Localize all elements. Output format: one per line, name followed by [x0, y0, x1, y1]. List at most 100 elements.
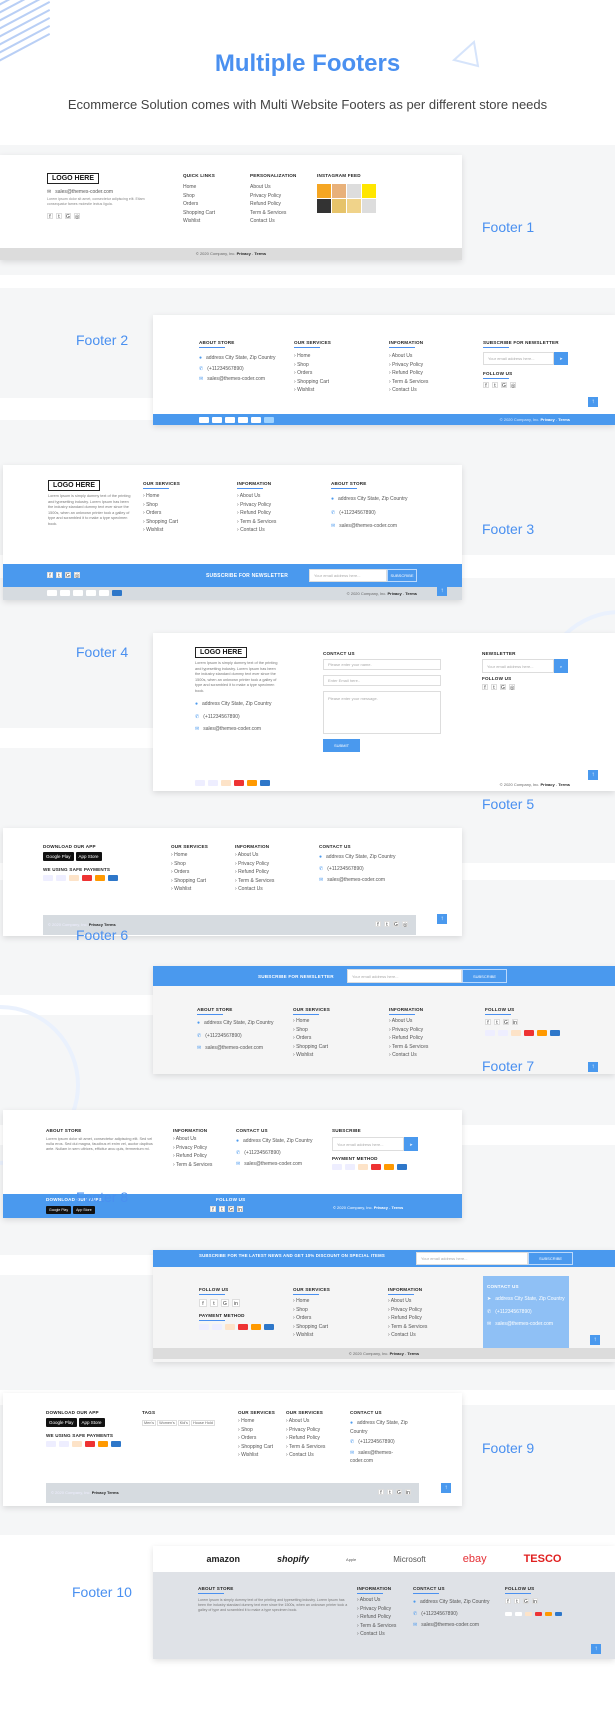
link-refund[interactable]: Refund Policy [235, 868, 274, 877]
link-about[interactable]: About Us [235, 851, 274, 860]
terms-link[interactable]: Terms [558, 782, 570, 787]
facebook-icon[interactable]: f [378, 1489, 384, 1496]
linkedin-icon[interactable]: in [405, 1489, 411, 1496]
twitter-icon[interactable]: t [494, 1019, 500, 1026]
search-button[interactable]: ⌕ [554, 659, 568, 673]
link-cart[interactable]: Shopping Cart [238, 1443, 278, 1452]
back-to-top-button[interactable]: ↑ [441, 1483, 451, 1493]
google-icon[interactable]: G [503, 1019, 509, 1026]
link-terms[interactable]: Term & Services [237, 518, 276, 527]
app-store-button[interactable]: App Store [73, 1206, 95, 1214]
send-button[interactable]: ➤ [404, 1137, 418, 1151]
link-terms[interactable]: Term & Services [357, 1622, 396, 1631]
link-home[interactable]: Home [183, 183, 215, 192]
link-refund[interactable]: Refund Policy [286, 1434, 325, 1443]
link-home[interactable]: Home [171, 851, 208, 860]
back-to-top-button[interactable]: ↑ [590, 1335, 600, 1345]
privacy-link[interactable]: Privacy [237, 251, 251, 256]
link-orders[interactable]: Orders [293, 1034, 330, 1043]
link-privacy[interactable]: Privacy Policy [389, 1026, 428, 1035]
privacy-link[interactable]: Privacy [92, 1490, 106, 1495]
link-refund[interactable]: Refund Policy [357, 1613, 396, 1622]
link-contact[interactable]: Contact Us [250, 217, 297, 226]
facebook-icon[interactable]: f [482, 684, 488, 691]
link-shop[interactable]: Shop [143, 501, 180, 510]
facebook-icon[interactable]: f [47, 572, 53, 579]
link-about[interactable]: About Us [357, 1596, 396, 1605]
link-cart[interactable]: Shopping Cart [293, 1323, 330, 1332]
link-terms[interactable]: Term & Services [389, 1043, 428, 1052]
send-button[interactable]: ➤ [554, 352, 568, 365]
back-to-top-button[interactable]: ↑ [588, 397, 598, 407]
google-play-button[interactable]: Google Play [46, 1418, 77, 1427]
linkedin-icon[interactable]: in [532, 1598, 538, 1605]
twitter-icon[interactable]: t [384, 921, 390, 928]
facebook-icon[interactable]: f [199, 1299, 207, 1307]
message-textarea[interactable]: Please enter your message. [323, 691, 441, 734]
link-privacy[interactable]: Privacy Policy [388, 1306, 427, 1315]
linkedin-icon[interactable]: in [232, 1299, 240, 1307]
link-home[interactable]: Home [143, 492, 180, 501]
link-orders[interactable]: Orders [183, 200, 215, 209]
email-input[interactable]: Your email address here... [309, 569, 387, 582]
email-input[interactable]: Your email address here... [347, 969, 462, 983]
link-wishlist[interactable]: Wishlist [183, 217, 215, 226]
twitter-icon[interactable]: t [56, 572, 62, 579]
link-refund[interactable]: Refund Policy [389, 369, 428, 378]
email-input[interactable]: Your email address here... [482, 659, 554, 673]
link-orders[interactable]: Orders [143, 509, 180, 518]
twitter-icon[interactable]: t [491, 684, 497, 691]
link-terms[interactable]: Term & Services [388, 1323, 427, 1332]
link-terms[interactable]: Term & Services [286, 1443, 325, 1452]
link-home[interactable]: Home [294, 352, 331, 361]
link-orders[interactable]: Orders [171, 868, 208, 877]
google-icon[interactable]: G [396, 1489, 402, 1496]
back-to-top-button[interactable]: ↑ [591, 1644, 601, 1654]
link-privacy[interactable]: Privacy Policy [235, 860, 274, 869]
link-privacy[interactable]: Privacy Policy [286, 1426, 325, 1435]
link-terms[interactable]: Term & Services [389, 378, 428, 387]
instagram-icon[interactable]: ◎ [510, 382, 516, 389]
link-wishlist[interactable]: Wishlist [143, 526, 180, 535]
instagram-icon[interactable]: ◎ [509, 684, 515, 691]
facebook-icon[interactable]: f [483, 382, 489, 389]
tag[interactable]: Men's [142, 1420, 157, 1426]
link-orders[interactable]: Orders [294, 369, 331, 378]
link-privacy[interactable]: Privacy Policy [173, 1144, 212, 1153]
email-input[interactable]: Your email address here... [332, 1137, 404, 1151]
google-play-button[interactable]: Google Play [46, 1206, 72, 1214]
privacy-link[interactable]: Privacy [374, 1205, 388, 1210]
link-home[interactable]: Home [238, 1417, 278, 1426]
back-to-top-button[interactable]: ↑ [588, 770, 598, 780]
twitter-icon[interactable]: t [387, 1489, 393, 1496]
terms-link[interactable]: Terms [107, 1490, 119, 1495]
link-privacy[interactable]: Privacy Policy [357, 1605, 396, 1614]
google-icon[interactable]: G [221, 1299, 229, 1307]
twitter-icon[interactable]: t [210, 1299, 218, 1307]
link-about[interactable]: About Us [388, 1297, 427, 1306]
link-contact[interactable]: Contact Us [286, 1451, 325, 1460]
link-shop[interactable]: Shop [238, 1426, 278, 1435]
link-orders[interactable]: Orders [238, 1434, 278, 1443]
terms-link[interactable]: Terms [405, 591, 417, 596]
link-shop[interactable]: Shop [183, 192, 215, 201]
google-icon[interactable]: G [65, 212, 71, 220]
link-wishlist[interactable]: Wishlist [293, 1331, 330, 1340]
twitter-icon[interactable]: t [492, 382, 498, 389]
facebook-icon[interactable]: f [210, 1206, 216, 1213]
link-contact[interactable]: Contact Us [388, 1331, 427, 1340]
back-to-top-button[interactable]: ↑ [588, 1062, 598, 1072]
google-icon[interactable]: G [500, 684, 506, 691]
privacy-link[interactable]: Privacy [387, 591, 401, 596]
link-cart[interactable]: Shopping Cart [143, 518, 180, 527]
name-input[interactable]: Please enter your name. [323, 659, 441, 670]
privacy-link[interactable]: Privacy [540, 782, 554, 787]
link-refund[interactable]: Refund Policy [250, 200, 297, 209]
tag[interactable]: Kid's [177, 1420, 190, 1426]
facebook-icon[interactable]: f [375, 921, 381, 928]
tag[interactable]: House Hold [190, 1420, 215, 1426]
google-icon[interactable]: G [393, 921, 399, 928]
facebook-icon[interactable]: f [505, 1598, 511, 1605]
link-shop[interactable]: Shop [293, 1306, 330, 1315]
link-refund[interactable]: Refund Policy [388, 1314, 427, 1323]
